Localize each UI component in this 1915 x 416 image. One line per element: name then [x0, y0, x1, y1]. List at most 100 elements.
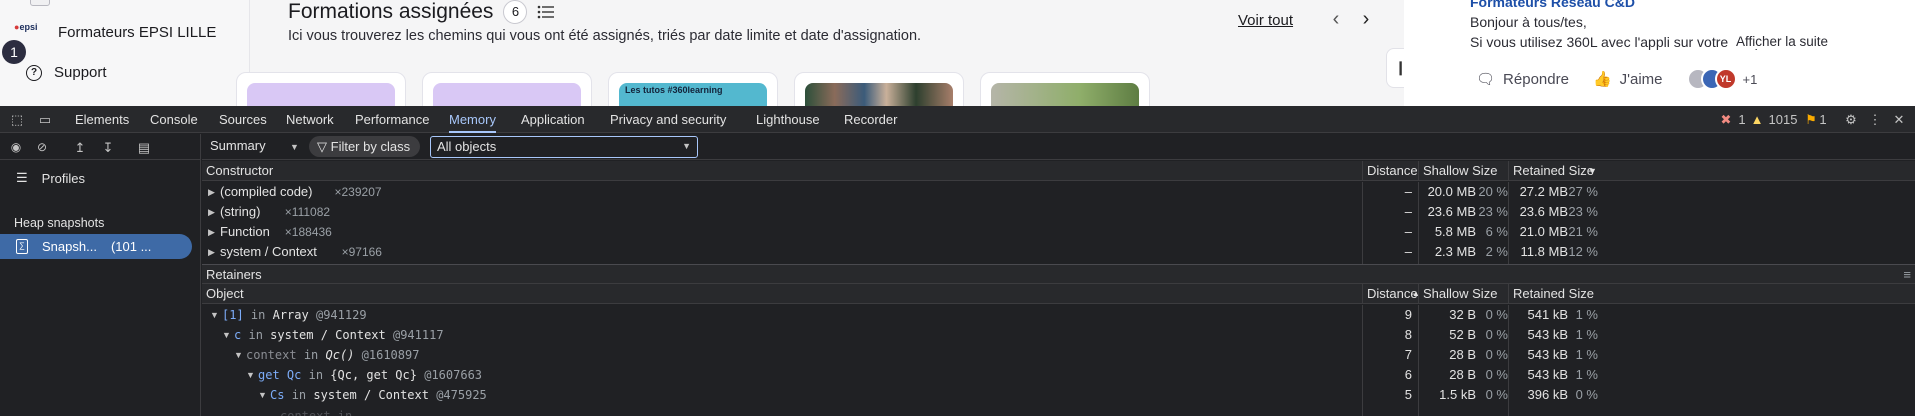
- column-divider[interactable]: [1362, 182, 1363, 264]
- table-row[interactable]: ▼ get Qc in {Qc, get Qc} @1607663 6 28 B 0 %…: [202, 365, 1915, 385]
- nav-top-item[interactable]: [30, 0, 50, 6]
- record-icon[interactable]: ◉: [8, 134, 24, 161]
- drag-handle-icon[interactable]: ≡: [1903, 265, 1911, 284]
- col-distance[interactable]: Distance: [1362, 161, 1418, 181]
- tab-elements[interactable]: Elements: [75, 106, 129, 133]
- support-link[interactable]: ? Support: [26, 64, 107, 81]
- column-divider[interactable]: [1418, 182, 1419, 264]
- table-row[interactable]: ▼ c in system / Context @941117 8 52 B 0 % 54…: [202, 325, 1915, 345]
- extra-likes-count: +1: [1742, 71, 1758, 87]
- retainers-header[interactable]: Retainers ≡: [202, 264, 1915, 284]
- course-card[interactable]: [794, 72, 964, 106]
- retained-size-value: 541 kB: [1527, 307, 1568, 322]
- retainer-in: in: [248, 328, 263, 342]
- gear-icon[interactable]: ⚙: [1842, 106, 1860, 133]
- tab-console[interactable]: Console: [150, 106, 198, 133]
- expand-arrow-icon: ▶: [208, 207, 215, 217]
- download-icon[interactable]: ↧: [100, 134, 116, 161]
- col-shallow-size[interactable]: Shallow Size: [1418, 284, 1508, 304]
- see-all-link[interactable]: Voir tout: [1238, 12, 1293, 29]
- retainer-in: in: [250, 308, 266, 322]
- issues-icon[interactable]: ⚑: [1804, 106, 1818, 133]
- tab-application[interactable]: Application: [521, 106, 585, 133]
- class-filter-button[interactable]: ▽ Filter by class: [309, 136, 421, 157]
- col-distance[interactable]: Distance: [1362, 284, 1418, 304]
- table-row[interactable]: ▼ Cs in system / Context @475925 5 1.5 kB 0 …: [202, 385, 1915, 405]
- instance-count: ×111082: [284, 205, 331, 219]
- shallow-size-value: 28 B: [1449, 347, 1476, 362]
- device-toolbar-icon[interactable]: ▭: [36, 106, 54, 133]
- table-row[interactable]: ▶ (compiled code) ×239207 –20.0 MB 20 % 27.2 …: [202, 182, 1915, 202]
- retainer-id: @475925: [436, 388, 487, 402]
- column-divider[interactable]: [1508, 182, 1509, 264]
- warning-icon[interactable]: ▲: [1750, 106, 1764, 133]
- feed-post-line: Bonjour à tous/tes,: [1470, 14, 1587, 30]
- filter-icon: ▽: [317, 139, 327, 154]
- shallow-size-value: 2.3 MB: [1434, 244, 1476, 259]
- tab-memory[interactable]: Memory: [449, 106, 496, 133]
- retained-size-percent: 21 %: [1568, 224, 1598, 239]
- heap-snapshot-item[interactable]: ∑ Snapsh... (101 ...: [0, 234, 192, 259]
- chevron-right-icon[interactable]: ›: [1356, 9, 1376, 30]
- liker-avatars[interactable]: YL +1: [1686, 68, 1758, 90]
- chevron-down-icon: ▼: [290, 142, 299, 152]
- col-constructor[interactable]: Constructor: [202, 161, 1362, 181]
- like-button[interactable]: 👍 J'aime: [1593, 70, 1663, 89]
- list-view-icon[interactable]: [537, 5, 555, 19]
- tab-privacy-and-security[interactable]: Privacy and security: [610, 106, 726, 133]
- course-card[interactable]: [980, 72, 1150, 106]
- retainer-object: get Qc in {Qc, get Qc} @1607663: [258, 365, 482, 385]
- issues-count[interactable]: 1: [1818, 106, 1828, 133]
- col-retained-size[interactable]: Retained Size: [1508, 284, 1598, 304]
- shallow-size-percent: 0 %: [1485, 347, 1508, 362]
- tab-lighthouse[interactable]: Lighthouse: [756, 106, 820, 133]
- comment-icon: 🗨: [1476, 71, 1496, 88]
- error-count[interactable]: 1: [1736, 106, 1748, 133]
- warning-count[interactable]: 1015: [1766, 106, 1800, 133]
- column-divider[interactable]: [1418, 305, 1419, 416]
- col-shallow-size[interactable]: Shallow Size: [1418, 161, 1508, 181]
- objects-filter-select[interactable]: All objects ▼: [430, 136, 698, 158]
- course-card[interactable]: [422, 72, 592, 106]
- constructor-name: (compiled code): [220, 184, 313, 199]
- distance-value: –: [1404, 224, 1412, 239]
- more-options-icon[interactable]: ⋮: [1868, 106, 1882, 133]
- error-icon[interactable]: ✖: [1718, 106, 1734, 133]
- avatar: YL: [1714, 68, 1737, 90]
- retainer-property: [1]: [222, 308, 244, 322]
- garbage-collect-icon[interactable]: ▤: [136, 134, 152, 161]
- retainer-property: get Qc: [258, 368, 302, 382]
- col-object[interactable]: Object: [202, 284, 1362, 304]
- chevron-left-icon[interactable]: ‹: [1326, 9, 1346, 30]
- section-subtitle: Ici vous trouverez les chemins qui vous …: [288, 28, 922, 44]
- inspect-element-icon[interactable]: ⬚: [8, 106, 26, 133]
- feed-group-title[interactable]: Formateurs Réseau C&D: [1470, 0, 1635, 10]
- clear-icon[interactable]: ⊘: [34, 134, 50, 161]
- tab-recorder[interactable]: Recorder: [844, 106, 897, 133]
- table-row-partial[interactable]: context in: [202, 406, 1915, 416]
- course-card[interactable]: [236, 72, 406, 106]
- close-icon[interactable]: ✕: [1892, 106, 1906, 133]
- view-select[interactable]: Summary ▼: [210, 138, 299, 153]
- show-more-link[interactable]: Afficher la suite: [1728, 34, 1829, 49]
- table-row[interactable]: ▼ context in Qc() @1610897 7 28 B 0 % 543 kB 1…: [202, 345, 1915, 365]
- distance-value: –: [1404, 184, 1412, 199]
- notification-badge[interactable]: 1: [2, 40, 26, 64]
- reply-button[interactable]: 🗨 Répondre: [1476, 70, 1569, 89]
- org-switcher[interactable]: ●epsi Formateurs EPSI LILLE: [14, 22, 216, 42]
- tab-network[interactable]: Network: [286, 106, 334, 133]
- upload-icon[interactable]: ↥: [72, 134, 88, 161]
- table-row[interactable]: ▶ (string) ×111082–23.6 MB 23 % 23.6 MB 23 %: [202, 202, 1915, 222]
- retained-size-value: 396 kB: [1527, 387, 1568, 402]
- column-divider[interactable]: [1362, 305, 1363, 416]
- table-row[interactable]: ▶ system / Context ×97166 – 2.3 MB 2 % 11.8 MB…: [202, 242, 1915, 262]
- profiles-item[interactable]: ☰ Profiles: [16, 170, 85, 186]
- column-divider[interactable]: [1508, 305, 1509, 416]
- retainer-object: c in system / Context @941117: [234, 325, 444, 345]
- table-row[interactable]: ▼ [1] in Array @941129 9 32 B 0 % 541 kB 1 %: [202, 305, 1915, 325]
- tab-performance[interactable]: Performance: [355, 106, 429, 133]
- table-row[interactable]: ▶ Function ×188436 – 5.8 MB 6 % 21.0 MB 21 %: [202, 222, 1915, 242]
- sort-desc-icon: ▼: [1588, 166, 1597, 176]
- tab-sources[interactable]: Sources: [219, 106, 267, 133]
- course-card[interactable]: Les tutos #360learning: [608, 72, 778, 106]
